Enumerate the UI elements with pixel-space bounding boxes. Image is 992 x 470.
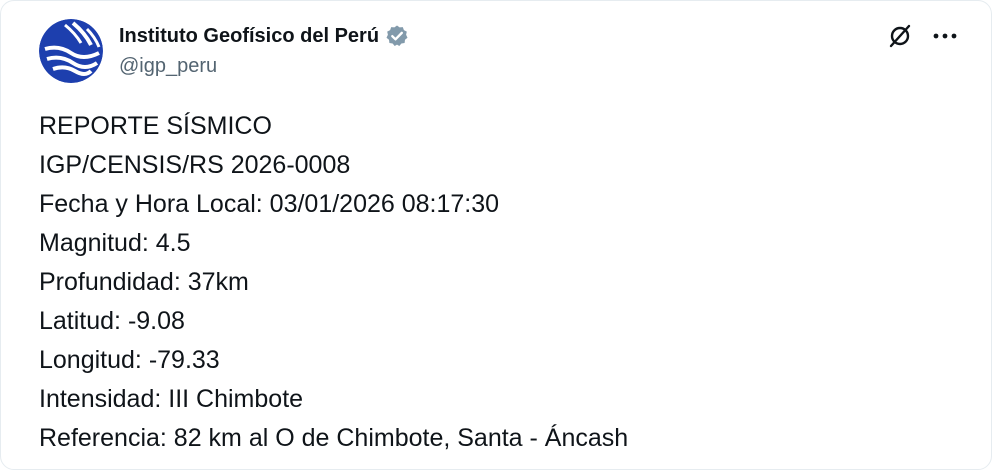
igp-logo-icon — [39, 19, 103, 83]
grok-icon[interactable] — [887, 23, 913, 49]
post-card[interactable]: Instituto Geofísico del Perú @igp_peru R… — [0, 0, 992, 470]
report-longitude: Longitud: -79.33 — [39, 346, 220, 374]
report-reference: Referencia: 82 km al O de Chimbote, Sant… — [39, 424, 629, 452]
report-magnitude: Magnitud: 4.5 — [39, 229, 191, 257]
report-title: REPORTE SÍSMICO — [39, 112, 272, 140]
post-header: Instituto Geofísico del Perú @igp_peru — [39, 19, 967, 83]
author-identity[interactable]: Instituto Geofísico del Perú @igp_peru — [119, 21, 409, 78]
name-row: Instituto Geofísico del Perú — [119, 21, 409, 51]
report-latitude: Latitud: -9.08 — [39, 307, 185, 335]
author-handle[interactable]: @igp_peru — [119, 55, 409, 78]
more-horizontal-icon[interactable] — [931, 23, 959, 49]
header-actions — [887, 21, 959, 51]
report-datetime: Fecha y Hora Local: 03/01/2026 08:17:30 — [39, 190, 500, 218]
avatar[interactable] — [39, 19, 103, 83]
report-id: IGP/CENSIS/RS 2026-0008 — [39, 151, 351, 179]
report-depth: Profundidad: 37km — [39, 268, 249, 296]
post-text: REPORTE SÍSMICO IGP/CENSIS/RS 2026-0008 … — [39, 107, 967, 458]
report-intensity: Intensidad: III Chimbote — [39, 385, 304, 413]
verified-badge-icon[interactable] — [385, 24, 409, 48]
author-display-name[interactable]: Instituto Geofísico del Perú — [119, 25, 379, 48]
